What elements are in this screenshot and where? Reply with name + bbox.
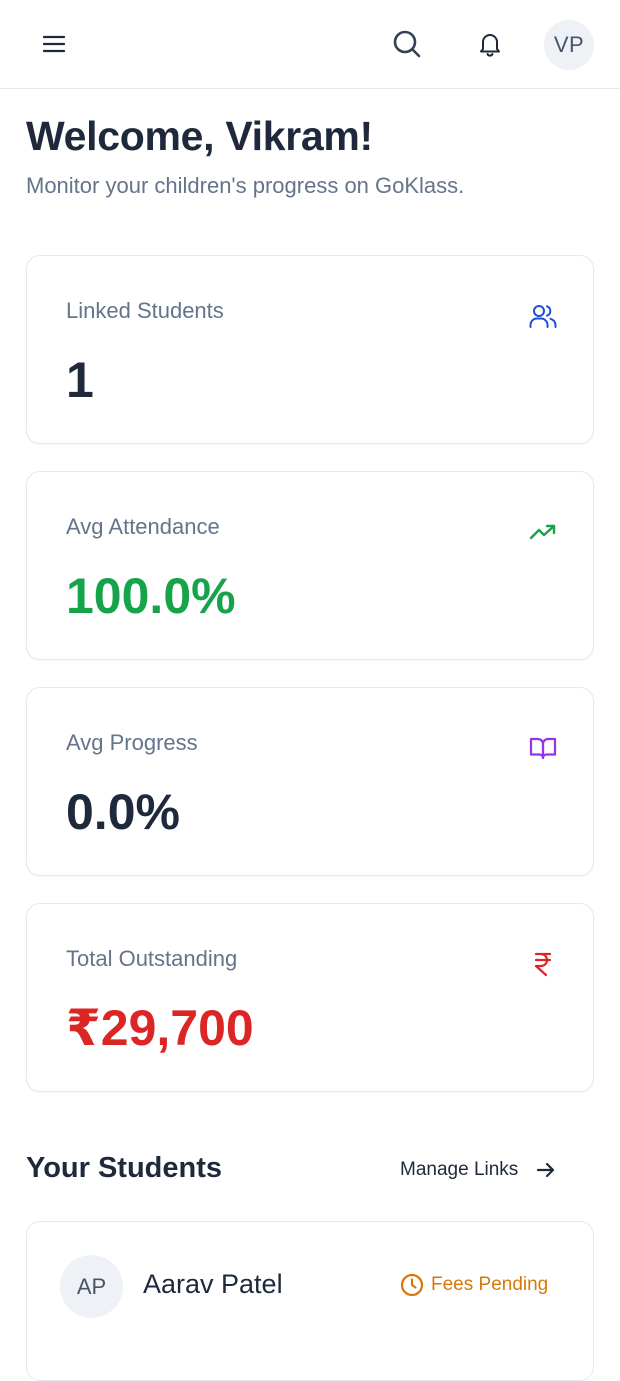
stat-label: Total Outstanding bbox=[66, 946, 238, 971]
stat-card-linked-students: Linked Students 1 bbox=[26, 255, 594, 444]
stat-value: ₹29,700 bbox=[66, 1000, 254, 1056]
stat-icon-container bbox=[527, 732, 559, 764]
stat-card-avg-attendance: Avg Attendance 100.0% bbox=[26, 471, 594, 660]
student-name: Aarav Patel bbox=[143, 1269, 283, 1299]
bell-icon bbox=[480, 34, 500, 57]
hamburger-menu-icon bbox=[43, 35, 65, 53]
section-title-your-students: Your Students bbox=[26, 1152, 223, 1184]
manage-links-button[interactable]: Manage Links bbox=[400, 1156, 556, 1184]
student-card[interactable]: AP Aarav Patel Fees Pending bbox=[26, 1221, 594, 1381]
trending-up-icon bbox=[529, 524, 556, 540]
menu-button[interactable] bbox=[36, 26, 72, 62]
page-subtitle: Monitor your children's progress on GoKl… bbox=[26, 173, 465, 198]
stat-label: Avg Progress bbox=[66, 730, 198, 755]
user-avatar[interactable]: VP bbox=[544, 20, 594, 70]
stat-value: 100.0% bbox=[66, 568, 236, 624]
stat-label: Linked Students bbox=[66, 298, 224, 323]
notifications-button[interactable] bbox=[470, 24, 510, 64]
manage-links-label: Manage Links bbox=[400, 1159, 519, 1180]
stat-label: Avg Attendance bbox=[66, 514, 220, 539]
search-button[interactable] bbox=[386, 23, 428, 65]
top-bar: VP bbox=[0, 0, 620, 89]
stat-icon-container bbox=[527, 516, 559, 548]
stat-icon-container bbox=[527, 300, 559, 332]
book-open-icon bbox=[529, 737, 557, 760]
stat-value: 0.0% bbox=[66, 784, 180, 840]
status-badge: Fees Pending bbox=[400, 1273, 548, 1297]
status-text: Fees Pending bbox=[431, 1274, 549, 1295]
clock-icon bbox=[400, 1273, 424, 1297]
student-avatar: AP bbox=[60, 1255, 123, 1318]
stat-card-total-outstanding: Total Outstanding ₹29,700 bbox=[26, 903, 594, 1092]
stat-value: 1 bbox=[66, 352, 94, 408]
search-icon bbox=[393, 30, 421, 58]
stat-card-avg-progress: Avg Progress 0.0% bbox=[26, 687, 594, 876]
stat-icon-container bbox=[527, 948, 559, 980]
page-title: Welcome, Vikram! bbox=[26, 113, 373, 159]
users-icon bbox=[529, 305, 557, 328]
arrow-right-icon bbox=[537, 1162, 555, 1178]
rupee-icon bbox=[534, 952, 552, 977]
